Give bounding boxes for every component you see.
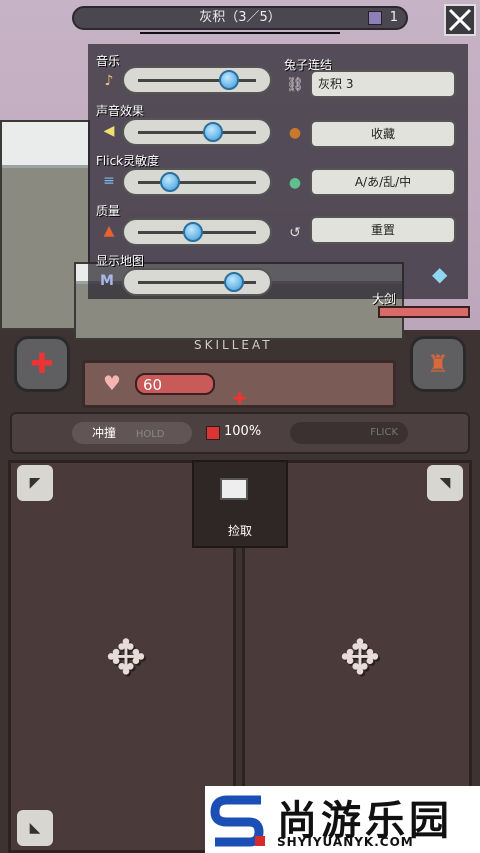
skill-dash-button[interactable]: 冲撞 HOLD bbox=[72, 422, 192, 444]
minimap-path bbox=[140, 32, 340, 34]
skill-dash-label: 冲撞 bbox=[92, 426, 117, 440]
pickup-label: 捡取 bbox=[227, 524, 252, 538]
status-hud: ♥ 60 ✚ bbox=[82, 360, 396, 408]
move-arrows-icon: ✥ bbox=[105, 630, 147, 686]
percent-value: 100% bbox=[224, 424, 262, 439]
music-slider[interactable] bbox=[122, 66, 272, 94]
sfx-slider[interactable] bbox=[122, 118, 272, 146]
plus-icon: ✚ bbox=[30, 347, 54, 380]
heal-button[interactable]: ✚ bbox=[14, 336, 70, 392]
hp-bar: 60 bbox=[135, 373, 215, 395]
slider-knob[interactable] bbox=[219, 70, 239, 90]
slider-knob[interactable] bbox=[202, 122, 223, 142]
corner-arrow-icon: ◣ bbox=[17, 810, 53, 846]
rabbit-link-button[interactable]: 灰积 3 bbox=[310, 70, 456, 98]
pickup-icon bbox=[220, 478, 248, 500]
hp-value: 60 bbox=[143, 376, 163, 394]
fire-icon: ▲ bbox=[103, 223, 115, 239]
slider-track bbox=[138, 181, 256, 184]
level-title-bar: 灰积（3／5） 1 bbox=[72, 6, 408, 30]
quality-slider[interactable] bbox=[122, 218, 272, 246]
speaker-icon: ◀ bbox=[103, 123, 115, 139]
enemy-hp-bar bbox=[378, 306, 470, 318]
globe-icon: ● bbox=[288, 175, 302, 191]
rabbit-icon bbox=[368, 11, 382, 25]
music-note-icon: ♪ bbox=[104, 73, 114, 89]
skill-icon bbox=[206, 426, 220, 440]
flick-label: Flick灵敏度 bbox=[96, 154, 160, 168]
watermark-logo: 尚游乐园 SHYIYUANYK.COM bbox=[205, 786, 480, 853]
skilleat-text: SKILLEAT bbox=[194, 338, 273, 352]
bag-icon: ● bbox=[288, 125, 302, 141]
bag-icon: ♜ bbox=[427, 350, 449, 378]
minimap-label: 显示地图 bbox=[96, 254, 145, 268]
reset-icon: ↺ bbox=[289, 225, 301, 241]
crystal-icon: ◆ bbox=[432, 262, 448, 286]
hold-label: HOLD bbox=[135, 429, 165, 440]
link-icon: ⛓ bbox=[286, 77, 304, 93]
map-icon: M bbox=[100, 273, 114, 289]
language-button[interactable]: A/あ/乱/中 bbox=[310, 168, 456, 196]
flick-text: FLICK bbox=[370, 427, 398, 438]
flick-slider[interactable] bbox=[122, 168, 272, 196]
flick-icon: ≡ bbox=[103, 173, 115, 189]
move-arrows-icon: ✥ bbox=[339, 630, 381, 686]
crosshair-icon: ✚ bbox=[233, 389, 247, 408]
corner-arrow-icon: ◤ bbox=[17, 465, 53, 501]
favorites-button[interactable]: 收藏 bbox=[310, 120, 456, 148]
big-sword-label: 大剑 bbox=[372, 292, 397, 306]
slider-knob[interactable] bbox=[183, 222, 204, 242]
slider-track bbox=[138, 131, 256, 134]
inventory-button[interactable]: ♜ bbox=[410, 336, 466, 392]
minimap-slider[interactable] bbox=[122, 268, 272, 296]
music-label: 音乐 bbox=[96, 54, 121, 68]
slider-knob[interactable] bbox=[159, 172, 180, 192]
corner-arrow-icon: ◥ bbox=[427, 465, 463, 501]
reset-button[interactable]: 重置 bbox=[310, 216, 456, 244]
pickup-button[interactable]: 捡取 bbox=[192, 460, 288, 548]
close-button[interactable] bbox=[444, 4, 476, 36]
level-title: 灰积（3／5） bbox=[199, 10, 281, 25]
flick-indicator: FLICK bbox=[290, 422, 408, 444]
rabbit-counter: 1 bbox=[389, 10, 398, 25]
slider-knob[interactable] bbox=[224, 272, 245, 292]
heart-icon: ♥ bbox=[103, 371, 121, 395]
logo-s-icon bbox=[210, 795, 265, 847]
sfx-label: 声音效果 bbox=[96, 104, 145, 118]
skill-bar: 冲撞 HOLD 100% FLICK bbox=[10, 412, 470, 454]
brand-url: SHYIYUANYK.COM bbox=[277, 835, 414, 849]
close-x-icon bbox=[448, 8, 472, 32]
quality-label: 质量 bbox=[96, 204, 121, 218]
